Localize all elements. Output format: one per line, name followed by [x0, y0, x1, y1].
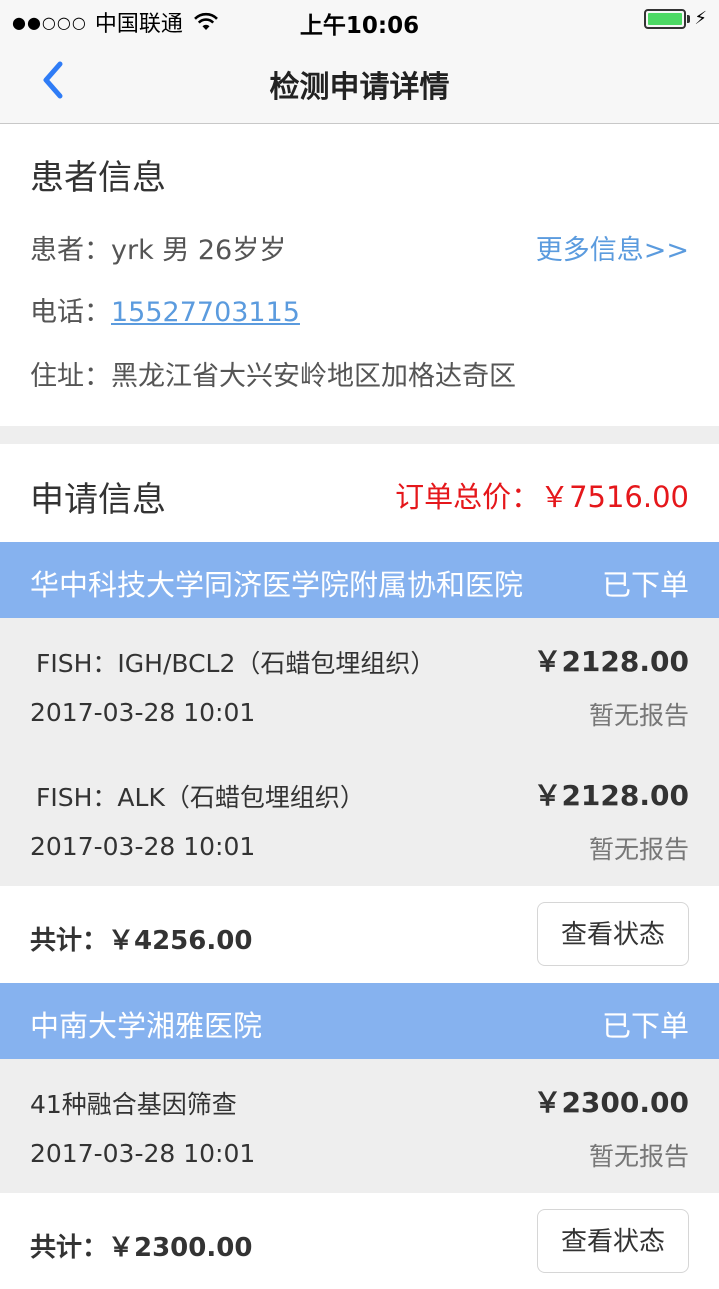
subtotal-amount: 共计：￥4256.00 [30, 926, 253, 956]
test-item-name: FISH：IGH/BCL2（石蜡包埋组织） [36, 649, 436, 678]
hospital-header: 华中科技大学同济医学院附属协和医院 已下单 [0, 542, 719, 618]
section-divider [0, 426, 719, 444]
test-item-date: 2017-03-28 10:01 [30, 698, 256, 727]
page-title: 检测申请详情 [269, 70, 450, 105]
test-item-date: 2017-03-28 10:01 [30, 832, 256, 861]
phone-label: 电话： [30, 297, 111, 328]
patient-info-section: 患者信息 患者：yrk 男 26岁岁 更多信息>> 电话：15527703115… [0, 124, 719, 426]
subtotal-amount: 共计：￥2300.00 [30, 1233, 253, 1263]
patient-name-line: 患者：yrk 男 26岁岁 [30, 235, 287, 266]
application-info-header: 申请信息 订单总价：￥7516.00 [0, 444, 719, 542]
test-item-report-status: 暂无报告 [588, 1142, 689, 1171]
charging-icon: ⚡ [694, 8, 707, 29]
application-section-title: 申请信息 [30, 480, 166, 520]
test-item-price: ￥2128.00 [533, 779, 689, 812]
navigation-bar: 检测申请详情 [0, 40, 719, 124]
clock: 上午10:06 [299, 13, 420, 39]
order-total-price: 订单总价：￥7516.00 [395, 480, 689, 514]
test-item-name: 41种融合基因筛查 [30, 1090, 237, 1119]
patient-section-title: 患者信息 [30, 158, 166, 198]
hospital-name: 中南大学湘雅医院 [30, 1009, 263, 1043]
order-status: 已下单 [601, 568, 689, 602]
battery-level [648, 12, 683, 25]
test-item-report-status: 暂无报告 [588, 835, 689, 864]
hospital-header: 中南大学湘雅医院 已下单 [0, 983, 719, 1059]
test-item[interactable]: 41种融合基因筛查 ￥2300.00 2017-03-28 10:01 暂无报告 [0, 1059, 719, 1193]
view-status-button[interactable]: 查看状态 [537, 1209, 689, 1273]
more-info-link[interactable]: 更多信息>> [536, 228, 689, 267]
status-bar: ●●○○○ 中国联通 上午10:06 ⚡ [0, 0, 719, 40]
phone-link[interactable]: 15527703115 [111, 297, 300, 328]
hospital-name: 华中科技大学同济医学院附属协和医院 [30, 568, 524, 602]
patient-address: 住址：黑龙江省大兴安岭地区加格达奇区 [30, 361, 516, 392]
test-item-price: ￥2128.00 [533, 645, 689, 678]
test-item-price: ￥2300.00 [533, 1086, 689, 1119]
patient-phone-row: 电话：15527703115 [30, 290, 300, 329]
test-item[interactable]: FISH：ALK（石蜡包埋组织） ￥2128.00 2017-03-28 10:… [0, 752, 719, 886]
hospital-subtotal-row: 共计：￥4256.00 查看状态 [0, 886, 719, 982]
test-item[interactable]: FISH：IGH/BCL2（石蜡包埋组织） ￥2128.00 2017-03-2… [0, 618, 719, 753]
test-item-name: FISH：ALK（石蜡包埋组织） [36, 783, 365, 812]
hospital-subtotal-row: 共计：￥2300.00 查看状态 [0, 1193, 719, 1289]
view-status-button[interactable]: 查看状态 [537, 902, 689, 966]
order-status: 已下单 [601, 1009, 689, 1043]
battery-icon [644, 8, 687, 29]
test-item-report-status: 暂无报告 [588, 701, 689, 730]
test-item-date: 2017-03-28 10:01 [30, 1139, 256, 1168]
